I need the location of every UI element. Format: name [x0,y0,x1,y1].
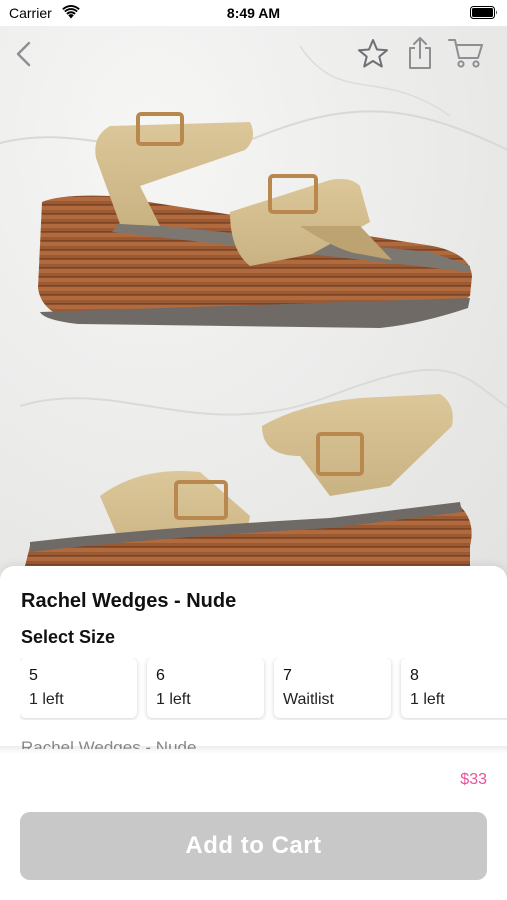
size-selector[interactable]: 5 1 left 6 1 left 7 Waitlist 8 1 left [20,658,507,720]
add-to-cart-button[interactable]: Add to Cart [20,812,487,880]
size-stock: 1 left [29,691,64,708]
divider [0,746,507,754]
size-value: 5 [29,667,38,684]
size-option-5[interactable]: 5 1 left [20,658,137,718]
product-detail-sheet: Rachel Wedges - Nude Select Size 5 1 lef… [0,566,507,900]
size-value: 8 [410,667,419,684]
size-option-7[interactable]: 7 Waitlist [274,658,391,718]
battery-full-icon [470,6,497,19]
size-heading: Select Size [21,627,116,647]
share-icon[interactable] [404,35,436,71]
size-option-8[interactable]: 8 1 left [401,658,507,718]
size-stock: 1 left [410,691,445,708]
product-title: Rachel Wedges - Nude [21,590,237,612]
status-bar: Carrier 8:49 AM [0,0,507,26]
chevron-left-icon[interactable] [10,38,38,70]
cart-icon[interactable] [447,36,485,70]
status-time: 8:49 AM [226,5,281,21]
product-image[interactable] [0,26,507,586]
size-stock: Waitlist [283,691,334,708]
price-label: $33 [460,771,487,788]
size-stock: 1 left [156,691,191,708]
size-value: 6 [156,667,165,684]
size-option-6[interactable]: 6 1 left [147,658,264,718]
star-outline-icon[interactable] [356,37,390,71]
wedge-sandals-photo [0,45,507,586]
size-value: 7 [283,667,292,684]
